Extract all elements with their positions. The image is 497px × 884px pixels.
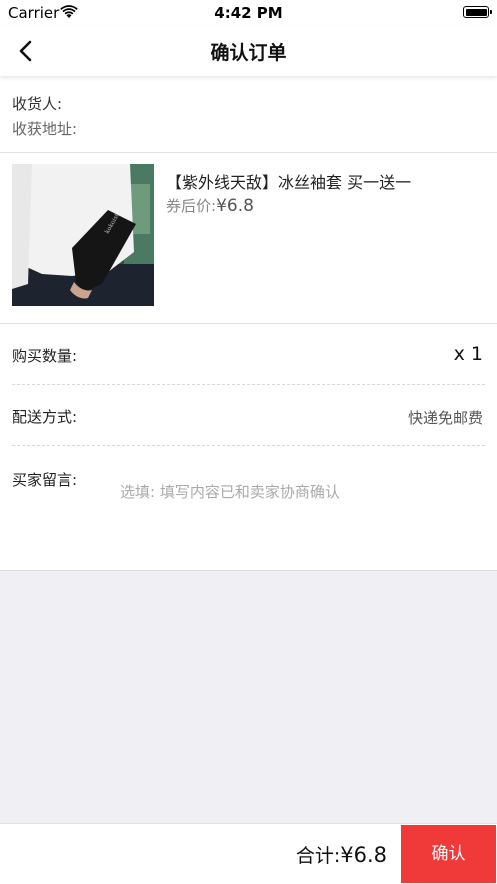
price-label: 券后价: (166, 197, 217, 215)
total-label: 合计: (295, 845, 341, 867)
order-content: 收货人: 收获地址: kokoist 【紫外线天敌】冰丝袖套 买一送一 券后价:… (0, 76, 497, 570)
status-bar: Carrier 4:42 PM (0, 0, 497, 26)
message-input[interactable] (120, 481, 460, 503)
page-title: 确认订单 (210, 42, 287, 64)
address-label: 收获地址: (12, 120, 78, 138)
shipping-value: 快递免邮费 (407, 409, 483, 427)
total-amount: 合计:¥6.8 (296, 841, 387, 868)
quantity-label: 购买数量: (12, 347, 78, 365)
quantity-row: 购买数量: x 1 (0, 325, 497, 385)
message-label: 买家留言: (12, 471, 78, 489)
divider (12, 445, 485, 446)
receiver-label: 收货人: (12, 95, 63, 113)
product-price: 券后价:¥6.8 (166, 195, 254, 216)
price-value: ¥6.8 (216, 196, 254, 216)
product-card: kokoist 【紫外线天敌】冰丝袖套 买一送一 券后价:¥6.8 (0, 153, 497, 324)
address-section[interactable]: 收货人: 收获地址: (0, 76, 497, 153)
total-value: ¥6.8 (340, 843, 387, 867)
message-row: 买家留言: (0, 447, 497, 569)
battery-icon (463, 6, 492, 18)
confirm-button[interactable]: 确认 (401, 825, 496, 883)
shipping-row: 配送方式: 快递免邮费 (0, 386, 497, 446)
product-image: kokoist (12, 164, 154, 306)
divider (12, 384, 485, 385)
shipping-label: 配送方式: (12, 408, 78, 426)
checkout-bar: 合计:¥6.8 确认 (0, 823, 497, 884)
content-divider (0, 570, 497, 571)
status-time: 4:42 PM (214, 4, 283, 22)
product-title: 【紫外线天敌】冰丝袖套 买一送一 (166, 173, 412, 192)
quantity-value: x 1 (453, 343, 483, 365)
navigation-bar: 确认订单 (0, 26, 497, 76)
